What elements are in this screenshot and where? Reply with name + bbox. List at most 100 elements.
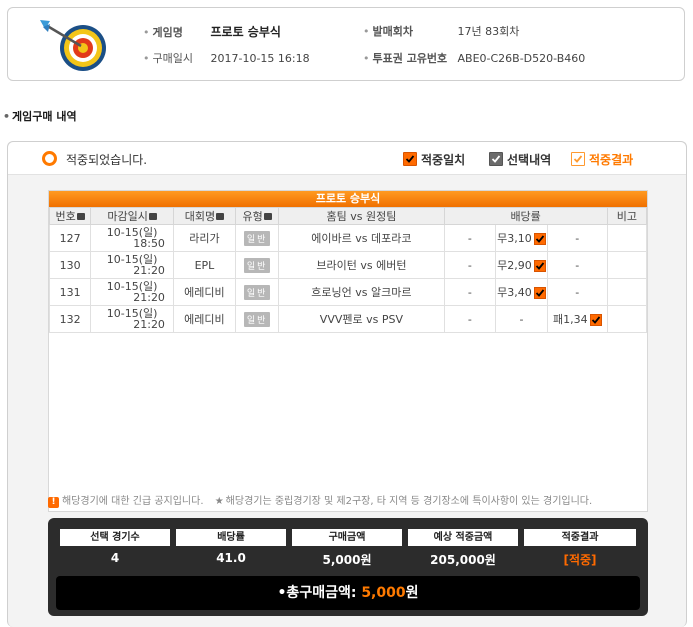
win-circle-icon — [42, 151, 57, 166]
summary-expected: 205,000원 — [430, 553, 496, 567]
row-teams: VVV펜로 vs PSV — [278, 305, 445, 333]
col-type[interactable]: 유형 — [234, 207, 280, 225]
row-league: 에레디비 — [172, 305, 236, 333]
gray-check-icon — [489, 152, 503, 166]
legend-selected-label: 선택내역 — [507, 153, 552, 167]
row-odd-loss: - — [546, 278, 608, 306]
notice-line: ! 해당경기에 대한 긴급 공지입니다. ★ 해당경기는 중립경기장 및 제2구장,… — [48, 492, 646, 508]
summary-box: 선택 경기수 배당률 구매금액 예상 적중금액 적중결과 4 41.0 5,00… — [48, 518, 648, 616]
section-title-text: 게임구매 내역 — [12, 110, 77, 123]
type-badge: 일반 — [243, 257, 271, 273]
notice-urgent: 해당경기에 대한 긴급 공지입니다. — [62, 496, 204, 507]
row-odd-win: - — [443, 224, 497, 252]
total-label: •총구매금액: — [277, 585, 357, 601]
row-number: 132 — [48, 305, 92, 333]
legend-match-label: 적중일치 — [421, 153, 466, 167]
bet-table-container: 프로토 승부식 번호 마감일시 대회명 유형 홈팀 vs 원정팀 배당률 비고 … — [48, 190, 648, 512]
col-teams: 홈팀 vs 원정팀 — [278, 207, 445, 225]
row-odd-draw: 무3,10 — [495, 224, 548, 252]
col-deadline[interactable]: 마감일시 — [90, 207, 174, 225]
row-odd-loss: 패1,34 — [546, 305, 608, 333]
table-header-row: 번호 마감일시 대회명 유형 홈팀 vs 원정팀 배당률 비고 — [48, 207, 648, 225]
row-type: 일반 — [234, 251, 280, 279]
row-teams: 흐로닝언 vs 알크마르 — [278, 278, 445, 306]
row-number: 130 — [48, 251, 92, 279]
ticket-info-box: • 게임명 프로토 승부식 • 구매일시 2017-10-15 16:18 • 발매회차 1… — [7, 7, 685, 81]
game-name-value: 프로토 승부식 — [210, 25, 281, 39]
purchase-panel: 적중되었습니다. 적중일치 선택내역 적중결과 프로토 승부식 번호 마감일시 … — [7, 141, 687, 627]
col-odds: 배당률 — [443, 207, 608, 225]
type-badge: 일반 — [243, 230, 271, 246]
row-league: 라리가 — [172, 224, 236, 252]
row-note — [606, 305, 648, 333]
row-type: 일반 — [234, 278, 280, 306]
sort-icon[interactable] — [148, 213, 157, 220]
bet-table: 번호 마감일시 대회명 유형 홈팀 vs 원정팀 배당률 비고 127 10-15… — [48, 207, 648, 333]
row-note — [606, 251, 648, 279]
table-title: 프로토 승부식 — [49, 191, 647, 207]
sort-icon[interactable] — [263, 213, 272, 220]
type-badge: 일반 — [243, 284, 271, 300]
row-type: 일반 — [234, 305, 280, 333]
outline-check-icon — [571, 152, 585, 166]
summary-head-odds: 배당률 — [176, 529, 286, 546]
summary-odds: 41.0 — [216, 551, 246, 565]
summary-head-expected: 예상 적중금액 — [408, 529, 518, 546]
target-icon — [40, 20, 106, 71]
row-number: 131 — [48, 278, 92, 306]
summary-count: 4 — [110, 551, 120, 565]
round-value: 17년 83회차 — [457, 25, 520, 38]
summary-result: [적중] — [563, 553, 597, 567]
col-league[interactable]: 대회명 — [172, 207, 236, 225]
row-odd-loss: - — [546, 224, 608, 252]
selected-check-icon — [589, 314, 602, 326]
total-amount-bar: •총구매금액: 5,000원 — [56, 576, 640, 610]
legend-match: 적중일치 — [403, 151, 465, 168]
row-deadline: 10-15(일) 21:20 — [90, 278, 174, 306]
table-row: 130 10-15(일) 21:20 EPL 일반 브라이턴 vs 에버턴 - 무2,90- — [48, 251, 648, 279]
ticket-id-row: • 투표권 고유번호 ABE0-C26B-D520-B460 — [363, 52, 586, 65]
table-row: 127 10-15(일) 18:50 라리가 일반 에이바르 vs 데포라코 - 무3,10- — [48, 224, 648, 252]
sort-icon[interactable] — [216, 213, 225, 220]
round-row: • 발매회차 17년 83회차 — [363, 25, 520, 38]
notice-venue: 해당경기는 중립경기장 및 제2구장, 타 지역 등 경기장소에 특이사항이 있… — [225, 496, 593, 507]
row-league: 에레디비 — [172, 278, 236, 306]
summary-head-result: 적중결과 — [524, 529, 636, 546]
summary-amount: 5,000원 — [322, 553, 372, 567]
table-row: 131 10-15(일) 21:20 에레디비 일반 흐로닝언 vs 알크마르 - 무3,40… — [48, 278, 648, 306]
ticket-id-value: ABE0-C26B-D520-B460 — [457, 52, 586, 65]
orange-check-icon — [403, 152, 417, 166]
warning-icon: ! — [48, 497, 59, 508]
section-title: • 게임구매 내역 — [3, 110, 77, 123]
purchase-date-label: 구매일시 — [152, 52, 193, 65]
legend-result-label: 적중결과 — [589, 153, 634, 167]
selected-check-icon — [533, 233, 546, 245]
purchase-date-row: • 구매일시 2017-10-15 16:18 — [143, 52, 310, 65]
row-deadline: 10-15(일) 21:20 — [90, 305, 174, 333]
sort-icon[interactable] — [76, 213, 85, 220]
col-number[interactable]: 번호 — [48, 207, 92, 225]
row-odd-draw: 무3,40 — [495, 278, 548, 306]
summary-head-count: 선택 경기수 — [60, 529, 170, 546]
row-odd-win: - — [443, 305, 497, 333]
row-deadline: 10-15(일) 18:50 — [90, 224, 174, 252]
row-odd-loss: - — [546, 251, 608, 279]
purchase-date-value: 2017-10-15 16:18 — [210, 52, 310, 65]
row-odd-win: - — [443, 251, 497, 279]
row-league: EPL — [172, 251, 236, 279]
col-note: 비고 — [606, 207, 648, 225]
row-type: 일반 — [234, 224, 280, 252]
star-icon: ★ — [214, 496, 224, 507]
row-number: 127 — [48, 224, 92, 252]
type-badge: 일반 — [243, 311, 271, 327]
round-label: 발매회차 — [372, 25, 413, 38]
legend-selected: 선택내역 — [489, 151, 551, 168]
row-deadline: 10-15(일) 21:20 — [90, 251, 174, 279]
row-teams: 에이바르 vs 데포라코 — [278, 224, 445, 252]
total-amount: 5,000 — [361, 585, 406, 601]
row-note — [606, 278, 648, 306]
row-odd-draw: 무2,90 — [495, 251, 548, 279]
table-row: 132 10-15(일) 21:20 에레디비 일반 VVV펜로 vs PSV - - 패1,3… — [48, 305, 648, 333]
ticket-id-label: 투표권 고유번호 — [372, 52, 448, 65]
summary-head-amount: 구매금액 — [292, 529, 402, 546]
